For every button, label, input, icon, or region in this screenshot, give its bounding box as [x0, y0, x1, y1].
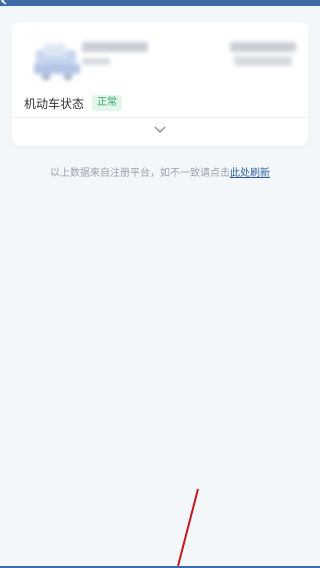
red-annotation-line — [177, 488, 199, 567]
